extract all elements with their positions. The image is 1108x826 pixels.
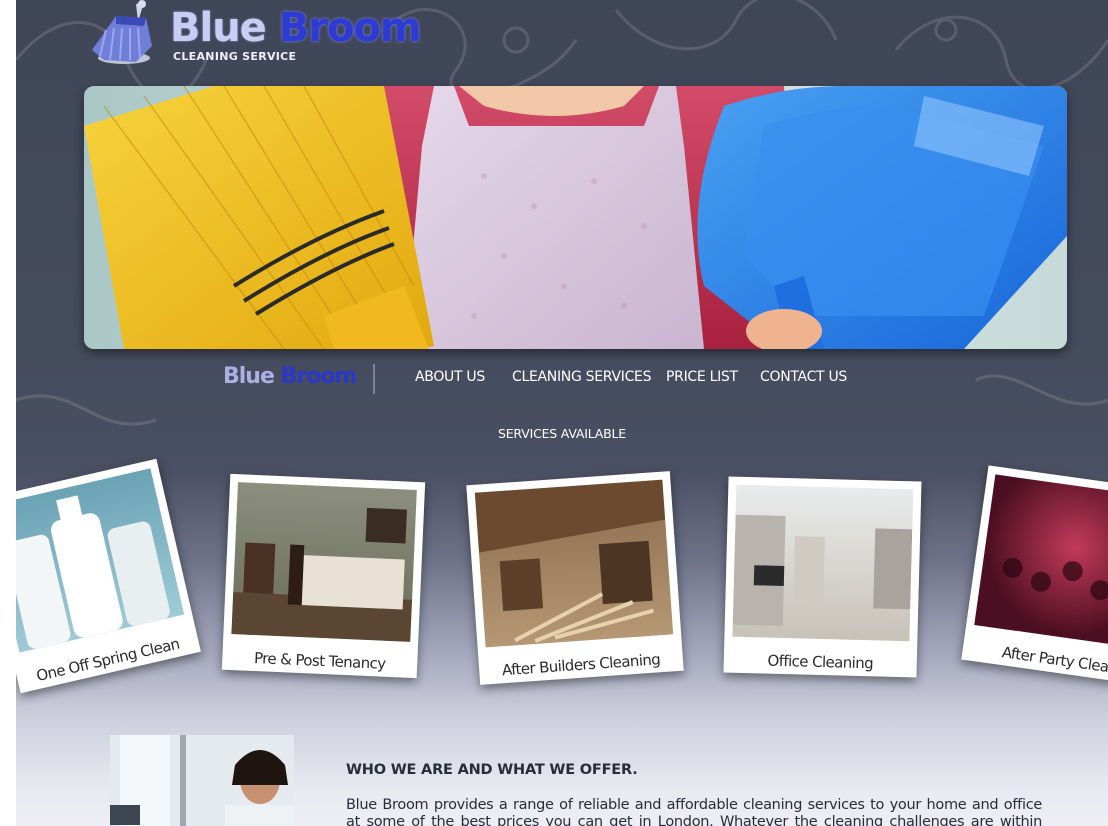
bedroom-illustration (231, 507, 413, 642)
office-illustration (732, 514, 913, 626)
office-photo (732, 484, 914, 642)
card-caption-tenancy: Pre & Post Tenancy (253, 649, 386, 673)
service-card-office[interactable]: Office Cleaning (723, 476, 922, 678)
sub-navigation: SERVICES AVAILABLE (16, 423, 1108, 442)
party-photo (974, 474, 1108, 650)
service-card-after-builders[interactable]: After Builders Cleaning (466, 471, 684, 685)
card-caption-office: Office Cleaning (767, 651, 874, 673)
nav-link-services-available[interactable]: SERVICES AVAILABLE (498, 426, 626, 441)
broom-icon (92, 0, 152, 64)
logo-word-broom: Broom (278, 5, 422, 51)
website-page: Blue Broom CLEANING SERVICE Blue Broom A… (16, 0, 1108, 826)
site-logo[interactable]: Blue Broom CLEANING SERVICE (86, 0, 422, 72)
nav-brand-broom: Broom (280, 364, 358, 389)
spring-clean-photo (16, 468, 185, 653)
cleaner-illustration (110, 735, 294, 826)
main-navigation: Blue Broom ABOUT US CLEANING SERVICES PR… (16, 360, 1108, 400)
cleaner-staff-photo (110, 735, 294, 826)
service-card-after-party[interactable]: After Party Clean (961, 465, 1108, 687)
hero-cleaning-illustration (84, 86, 1067, 349)
logo-wordmark: Blue Broom (170, 5, 422, 51)
content-paragraph: Blue Broom provides a range of reliable … (346, 797, 1042, 826)
bedroom-photo (231, 482, 417, 642)
construction-photo (474, 479, 674, 648)
card-caption-after-builders: After Builders Cleaning (501, 650, 661, 680)
nav-link-about-us[interactable]: ABOUT US (415, 369, 485, 385)
logo-tagline: CLEANING SERVICE (173, 50, 297, 63)
content-heading: WHO WE ARE AND WHAT WE OFFER. (346, 762, 638, 778)
nav-divider (373, 364, 375, 394)
card-caption-after-party: After Party Clean (1000, 643, 1108, 678)
nav-brand-blue: Blue (223, 364, 275, 389)
party-crowd-illustration (1002, 557, 1108, 601)
cleaning-bottles-illustration (16, 495, 170, 649)
construction-illustration (474, 479, 666, 643)
logo-word-blue: Blue (170, 5, 267, 51)
nav-link-price-list[interactable]: PRICE LIST (666, 369, 738, 385)
nav-brand-logo[interactable]: Blue Broom (223, 364, 358, 389)
nav-link-contact-us[interactable]: CONTACT US (760, 369, 847, 385)
nav-link-cleaning-services[interactable]: CLEANING SERVICES (512, 369, 651, 385)
service-card-spring-clean[interactable]: One Off Spring Clean (16, 458, 201, 694)
hero-banner-image (84, 86, 1067, 349)
service-card-tenancy[interactable]: Pre & Post Tenancy (221, 473, 426, 679)
